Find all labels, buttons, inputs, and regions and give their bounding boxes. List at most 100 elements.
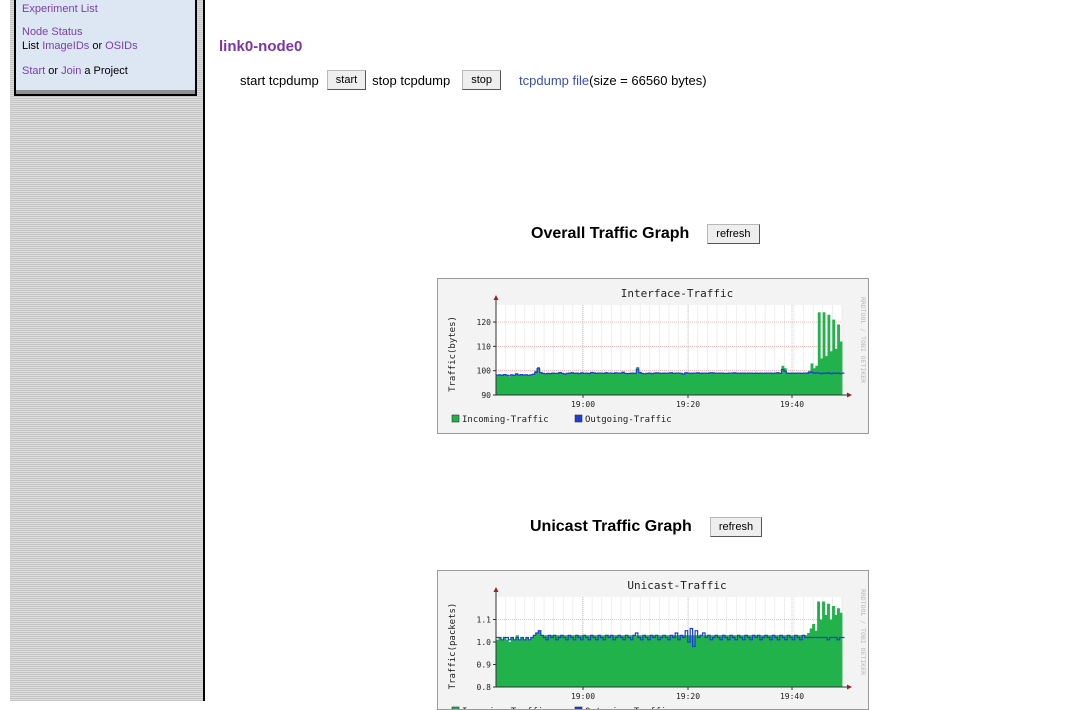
incoming-bar xyxy=(677,635,681,687)
incoming-bar xyxy=(580,372,584,395)
incoming-bar xyxy=(570,635,574,687)
overall-traffic-heading: Overall Traffic Graph xyxy=(531,225,690,242)
y-tick-label: 1.1 xyxy=(477,616,492,625)
incoming-bar xyxy=(742,635,746,687)
x-tick-label: 19:40 xyxy=(780,400,804,409)
incoming-bar xyxy=(633,373,637,395)
incoming-bar xyxy=(705,635,708,687)
incoming-bar xyxy=(635,635,639,687)
node-status-link[interactable]: Node Status xyxy=(22,26,83,38)
incoming-bar xyxy=(685,635,689,687)
incoming-bar xyxy=(725,373,729,395)
incoming-bar xyxy=(682,635,686,687)
stop-button[interactable]: stop xyxy=(462,70,502,90)
y-tick-label: 100 xyxy=(477,367,492,376)
incoming-bar xyxy=(540,635,544,687)
incoming-bar xyxy=(512,375,516,395)
incoming-bar xyxy=(772,635,776,687)
incoming-bar xyxy=(802,635,806,687)
incoming-bar xyxy=(718,372,722,395)
incoming-bar xyxy=(653,372,657,395)
legend-label-incoming: Incoming-Traffic xyxy=(462,415,549,425)
page-title: link0-node0 xyxy=(219,38,303,55)
or-text: or xyxy=(89,40,106,52)
incoming-bar xyxy=(529,374,533,395)
incoming-bar xyxy=(682,374,686,395)
incoming-bar xyxy=(616,372,620,395)
incoming-bar xyxy=(535,633,539,687)
incoming-bar xyxy=(759,635,763,687)
osids-link[interactable]: OSIDs xyxy=(105,40,137,52)
start-project-link[interactable]: Start xyxy=(22,65,45,77)
incoming-bar xyxy=(624,373,628,395)
incoming-bar xyxy=(711,372,715,395)
incoming-bar xyxy=(631,372,635,395)
incoming-bar xyxy=(614,372,618,395)
imageids-link[interactable]: ImageIDs xyxy=(42,40,89,52)
incoming-bar xyxy=(774,372,778,395)
incoming-bar xyxy=(545,635,549,687)
join-project-link[interactable]: Join xyxy=(61,65,81,77)
incoming-bar xyxy=(721,372,724,395)
incoming-bar xyxy=(625,635,629,687)
incoming-bar xyxy=(804,635,808,687)
incoming-bar xyxy=(546,373,550,395)
incoming-bar xyxy=(729,635,733,687)
incoming-bar xyxy=(528,639,532,687)
incoming-bar xyxy=(754,372,758,395)
incoming-bar xyxy=(650,635,654,687)
incoming-bar xyxy=(712,635,716,687)
experiment-list-link[interactable]: Experiment List xyxy=(22,3,98,15)
chart-title: Interface-Traffic xyxy=(621,287,734,300)
incoming-bar xyxy=(658,372,661,395)
incoming-bar xyxy=(799,635,803,687)
incoming-bar xyxy=(708,372,712,395)
incoming-bar xyxy=(530,637,534,687)
incoming-bar xyxy=(767,635,771,687)
tcpdump-file-link[interactable]: tcpdump file xyxy=(519,73,589,88)
start-button[interactable]: start xyxy=(326,70,367,90)
incoming-bar xyxy=(603,635,606,687)
incoming-bar xyxy=(617,635,621,687)
incoming-bar xyxy=(660,373,664,395)
incoming-bar xyxy=(834,615,838,687)
incoming-bar xyxy=(575,635,579,687)
y-tick-label: 1.0 xyxy=(477,638,492,647)
incoming-bar xyxy=(757,373,761,395)
incoming-bar xyxy=(720,635,723,687)
incoming-bar xyxy=(817,601,820,687)
incoming-bar xyxy=(805,372,809,395)
incoming-bar xyxy=(578,635,582,687)
incoming-bar xyxy=(715,635,718,687)
incoming-bar xyxy=(745,373,749,395)
incoming-bar xyxy=(687,635,691,687)
incoming-bar xyxy=(794,635,798,687)
legend-swatch-outgoing xyxy=(574,414,583,423)
overall-refresh-button[interactable]: refresh xyxy=(707,224,760,244)
incoming-bar xyxy=(587,373,591,395)
incoming-bar xyxy=(515,373,519,395)
incoming-bar xyxy=(662,635,666,687)
incoming-bar xyxy=(837,324,840,395)
incoming-bar xyxy=(752,635,756,687)
y-tick-label: 120 xyxy=(477,318,492,327)
incoming-bar xyxy=(600,635,604,687)
incoming-bar xyxy=(762,373,765,395)
incoming-bar xyxy=(597,372,601,395)
incoming-bar xyxy=(508,376,511,395)
incoming-bar xyxy=(500,375,504,395)
incoming-bar xyxy=(609,372,613,395)
unicast-refresh-button[interactable]: refresh xyxy=(709,517,763,537)
incoming-bar xyxy=(754,635,758,687)
incoming-bar xyxy=(832,606,835,687)
incoming-bar xyxy=(500,639,504,687)
y-axis-arrow xyxy=(493,295,499,300)
incoming-bar xyxy=(498,374,502,395)
incoming-bar xyxy=(568,635,572,687)
y-tick-label: 110 xyxy=(477,342,492,351)
incoming-bar xyxy=(707,635,711,687)
incoming-bar xyxy=(566,373,569,395)
incoming-bar xyxy=(604,372,608,395)
y-tick-label: 0.8 xyxy=(477,683,492,692)
incoming-bar xyxy=(747,635,751,687)
